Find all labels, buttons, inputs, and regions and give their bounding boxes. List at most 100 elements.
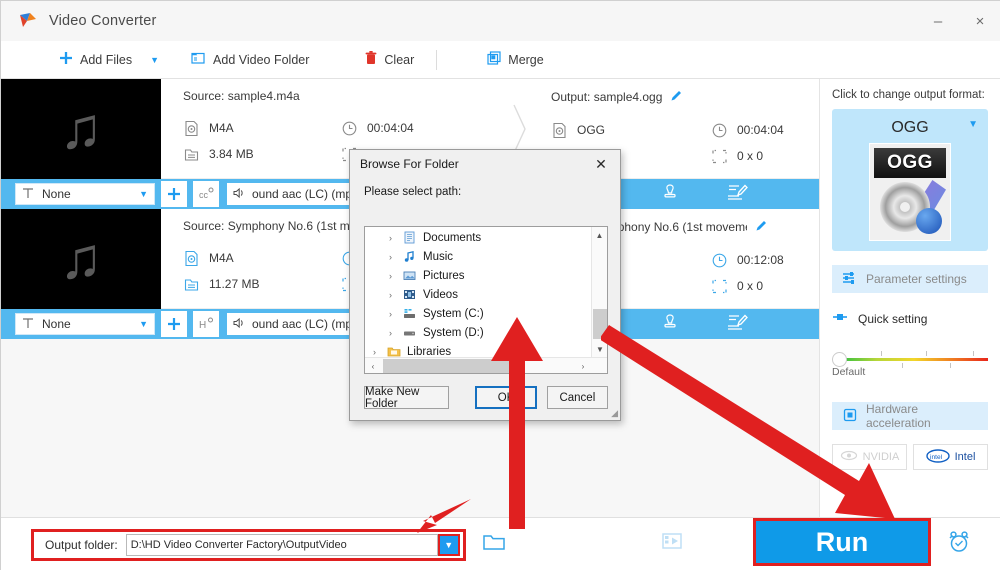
tree-item-music[interactable]: › Music: [365, 247, 591, 266]
minimize-button[interactable]: –: [917, 1, 959, 41]
clock-icon: [711, 252, 728, 269]
chevron-down-icon[interactable]: ▼: [968, 119, 978, 130]
add-subtitle-button[interactable]: [161, 311, 187, 337]
speaker-icon: [233, 317, 247, 332]
quick-setting-row[interactable]: Quick setting: [832, 311, 988, 326]
folder-tree-list: › Documents › Music › Pictures › Videos …: [365, 227, 591, 373]
output-folder-input[interactable]: D:\HD Video Converter Factory\OutputVide…: [125, 533, 438, 556]
source-duration: 00:04:04: [341, 115, 499, 141]
output-format-card[interactable]: OGG ▼ OGG: [832, 109, 988, 251]
output-resolution: 0 x 0: [711, 273, 819, 299]
change-format-label: Click to change output format:: [832, 89, 985, 101]
alarm-clock-icon[interactable]: [946, 529, 972, 560]
hardware-acceleration-button[interactable]: Hardware acceleration: [832, 402, 988, 430]
title-bar: Video Converter – ×: [1, 1, 1000, 41]
edit-effects-icon[interactable]: [726, 312, 748, 337]
tree-item-label: System (C:): [423, 307, 484, 320]
trash-icon: [365, 51, 377, 68]
scroll-down-button[interactable]: ▼: [592, 341, 607, 357]
cc-icon[interactable]: cc: [193, 181, 219, 207]
open-folder-icon[interactable]: [482, 532, 506, 557]
tree-item-documents[interactable]: › Documents: [365, 228, 591, 247]
expand-arrow-icon[interactable]: ›: [369, 347, 380, 357]
make-new-folder-button[interactable]: Make New Folder: [364, 386, 450, 410]
intel-button[interactable]: intel Intel: [913, 444, 988, 470]
expand-arrow-icon[interactable]: ›: [385, 309, 396, 319]
dialog-prompt: Please select path:: [364, 186, 462, 198]
svg-text:cc: cc: [199, 190, 209, 200]
acceleration-options: NVIDIA intel Intel: [832, 444, 988, 470]
parameter-settings-button[interactable]: Parameter settings: [832, 265, 988, 293]
output-duration-value: 00:04:04: [737, 123, 784, 137]
resize-grip-icon[interactable]: ◢: [611, 408, 618, 419]
add-subtitle-button[interactable]: [161, 181, 187, 207]
scroll-left-button[interactable]: ‹: [365, 358, 381, 373]
edit-effects-icon[interactable]: [726, 182, 748, 207]
clock-icon: [711, 122, 728, 139]
edit-pencil-icon[interactable]: [670, 89, 683, 105]
slider-thumb[interactable]: [832, 352, 847, 367]
subtitle-icon: [22, 317, 34, 332]
tree-item-pictures[interactable]: › Pictures: [365, 266, 591, 285]
merge-icon: [487, 51, 501, 68]
tree-item-label: Pictures: [423, 269, 465, 282]
expand-arrow-icon[interactable]: ›: [385, 328, 396, 338]
expand-arrow-icon[interactable]: ›: [385, 290, 396, 300]
tree-item-label: Documents: [423, 231, 482, 244]
dialog-buttons: Make New Folder OK Cancel: [364, 386, 608, 410]
expand-arrow-icon[interactable]: ›: [385, 233, 396, 243]
ok-button[interactable]: OK: [475, 386, 537, 409]
watermark-icon[interactable]: [660, 182, 680, 207]
parameter-settings-label: Parameter settings: [866, 272, 967, 286]
add-files-dropdown-caret[interactable]: ▼: [142, 55, 167, 65]
close-button[interactable]: ×: [959, 1, 1000, 41]
hdr-icon[interactable]: H: [193, 311, 219, 337]
subtitle-select[interactable]: None ▼: [15, 313, 155, 335]
thumbnail: ♫: [1, 209, 161, 309]
add-files-button[interactable]: Add Files: [49, 41, 142, 79]
add-files-label: Add Files: [80, 52, 133, 67]
edit-pencil-icon[interactable]: [755, 219, 768, 235]
documents-icon: [402, 231, 417, 245]
subtitle-select[interactable]: None ▼: [15, 183, 155, 205]
expand-arrow-icon[interactable]: ›: [385, 271, 396, 281]
folder-tree[interactable]: › Documents › Music › Pictures › Videos …: [364, 226, 608, 374]
vertical-scroll-thumb[interactable]: [593, 309, 607, 339]
scroll-up-button[interactable]: ▲: [592, 227, 607, 243]
tree-horizontal-scrollbar[interactable]: ‹ ›: [365, 357, 607, 373]
dialog-close-button[interactable]: ✕: [582, 150, 620, 178]
drive-d-icon: [402, 326, 417, 340]
tree-item-system-c[interactable]: › System (C:): [365, 304, 591, 323]
output-folder-dropdown[interactable]: ▼: [437, 533, 460, 556]
merge-label: Merge: [508, 52, 544, 67]
quality-slider[interactable]: Default: [832, 348, 988, 378]
output-label: Output: sample4.ogg: [551, 90, 663, 104]
run-button[interactable]: Run: [753, 518, 931, 566]
add-video-folder-button[interactable]: Add Video Folder: [181, 41, 319, 79]
tree-vertical-scrollbar[interactable]: ▲ ▼: [591, 227, 607, 357]
watermark-icon[interactable]: [660, 312, 680, 337]
horizontal-scroll-thumb[interactable]: [383, 359, 517, 373]
chevron-down-icon[interactable]: ▼: [139, 319, 148, 329]
music-icon: [402, 250, 417, 264]
music-note-icon: ♫: [59, 226, 103, 291]
merge-button[interactable]: Merge: [477, 41, 553, 79]
audio-track-value: ound aac (LC) (mp: [252, 187, 353, 201]
quick-setting-icon: [832, 311, 850, 326]
nvidia-button[interactable]: NVIDIA: [832, 444, 907, 470]
tree-item-label: Music: [423, 250, 454, 263]
file-row-actions: [589, 179, 819, 209]
expand-arrow-icon[interactable]: ›: [385, 252, 396, 262]
clear-button[interactable]: Clear: [355, 41, 424, 79]
chevron-down-icon[interactable]: ▼: [139, 189, 148, 199]
scroll-right-button[interactable]: ›: [575, 358, 591, 373]
tree-item-system-d[interactable]: › System (D:): [365, 323, 591, 342]
tree-item-videos[interactable]: › Videos: [365, 285, 591, 304]
cancel-button[interactable]: Cancel: [546, 386, 608, 409]
app-title: Video Converter: [49, 13, 157, 29]
preview-icon[interactable]: [661, 531, 683, 556]
nvidia-label: NVIDIA: [862, 451, 900, 463]
quick-setting-label: Quick setting: [858, 311, 928, 326]
source-label: Source: sample4.m4a: [183, 89, 300, 103]
source-format-value: M4A: [209, 121, 234, 135]
